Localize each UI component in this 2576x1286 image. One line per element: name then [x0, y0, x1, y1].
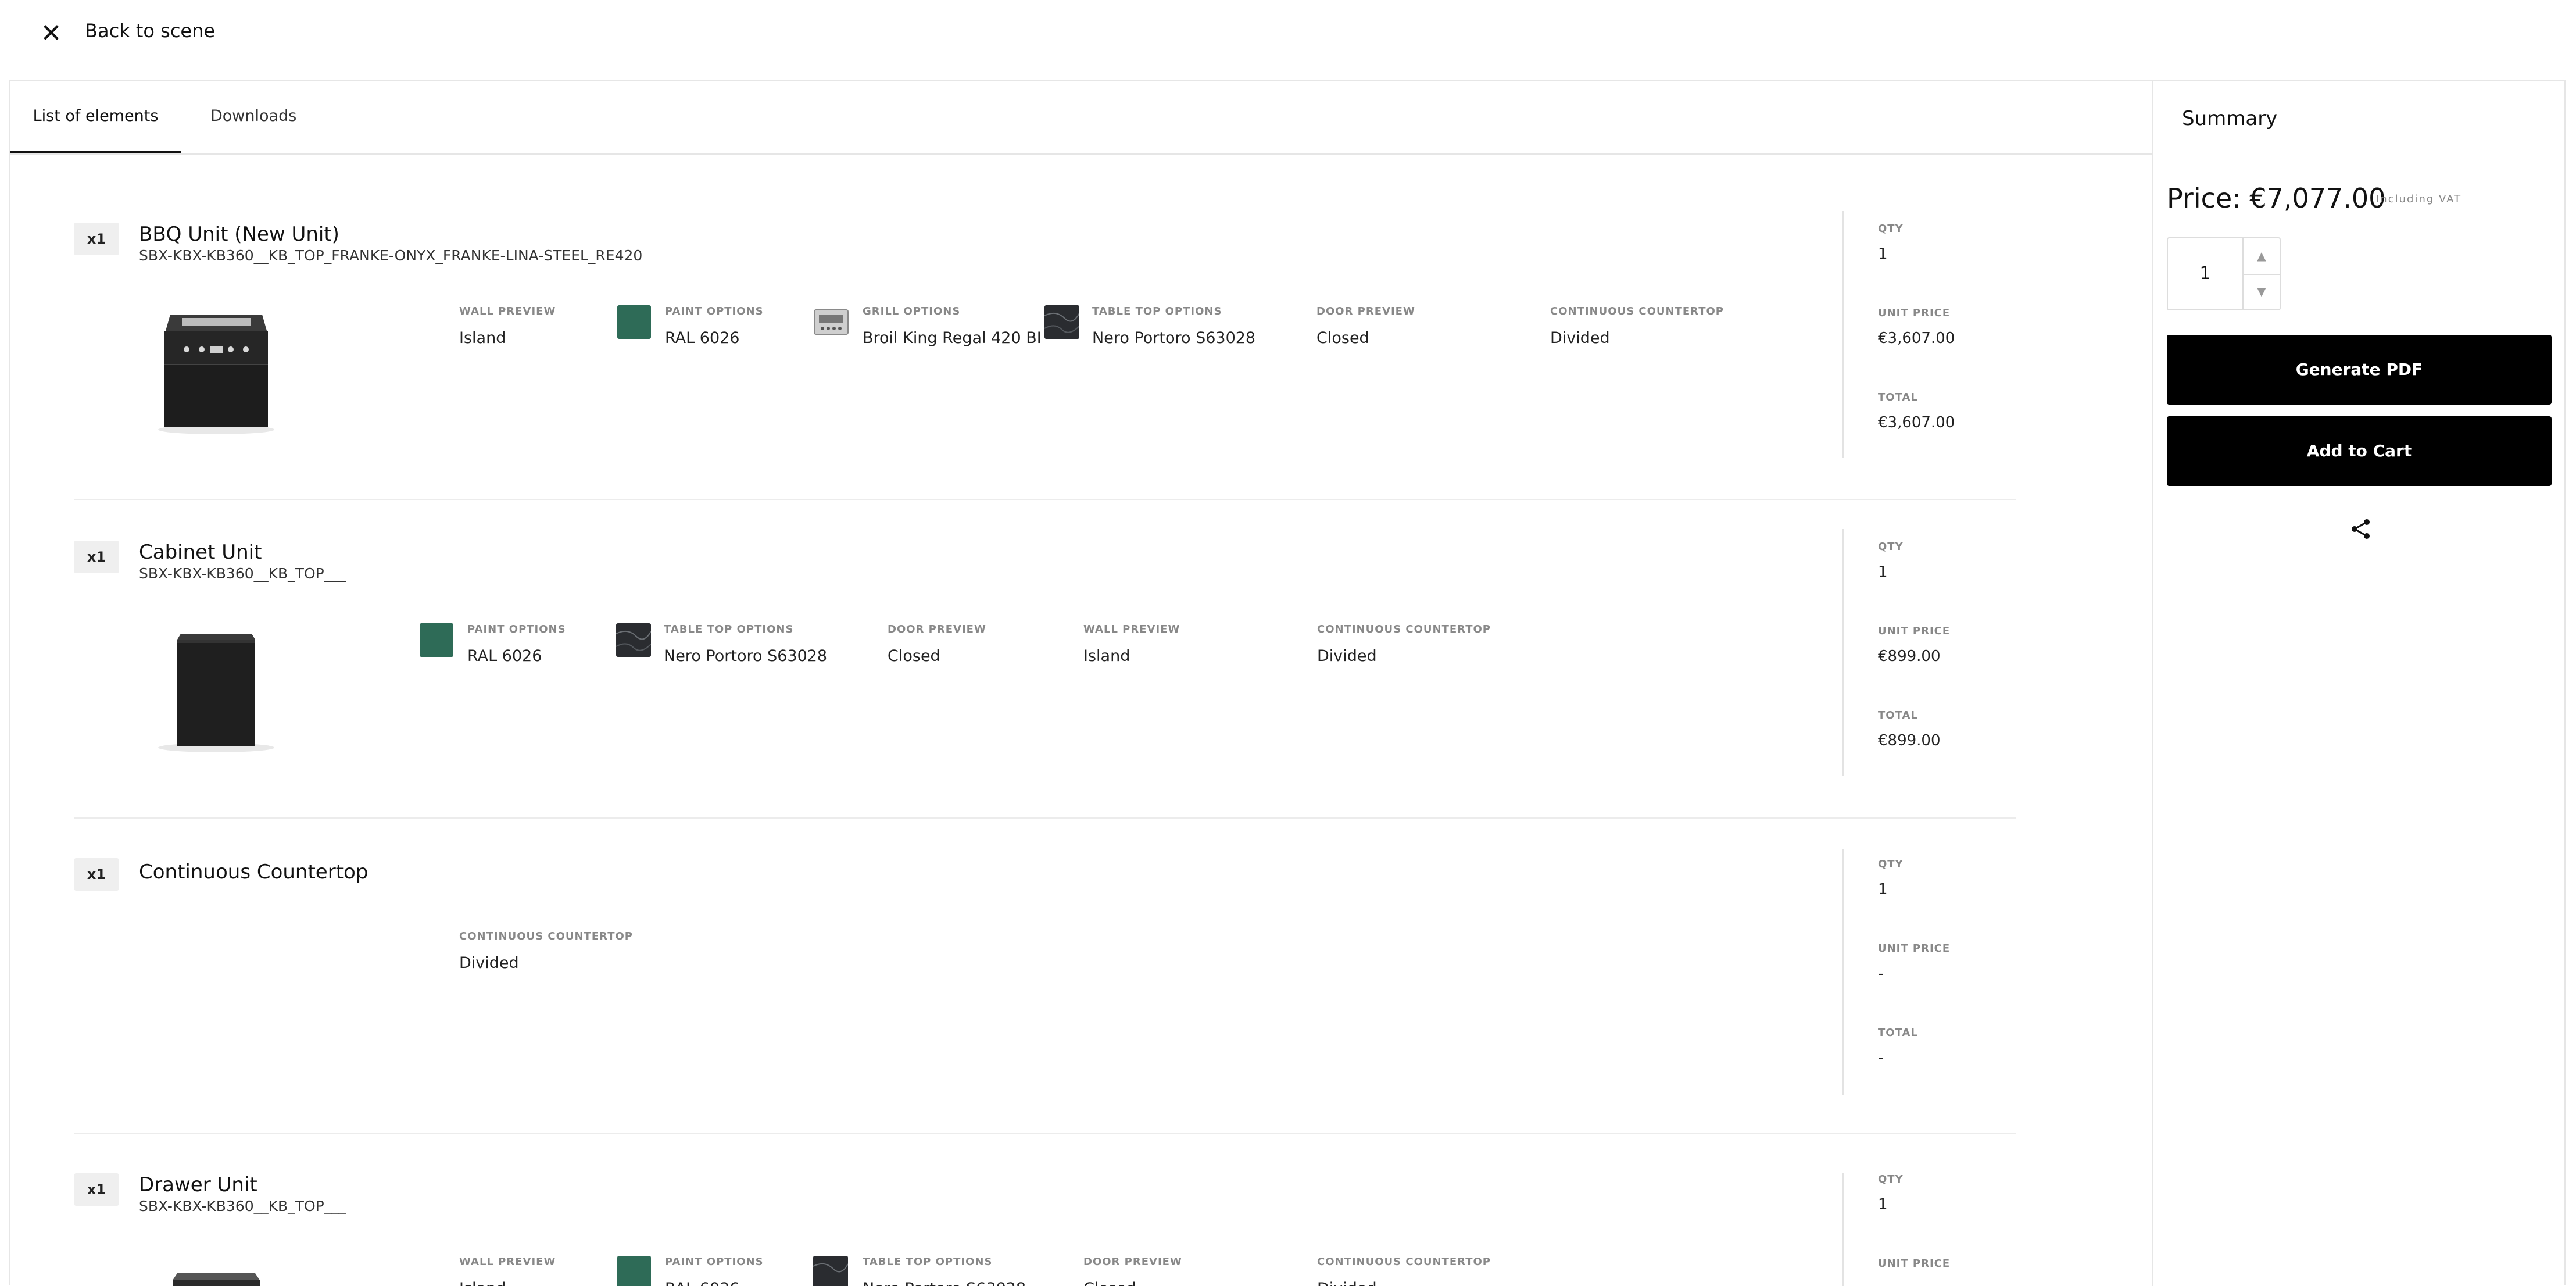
option-continuous-countertop: CONTINUOUS COUNTERTOP Divided — [459, 930, 633, 972]
marble-swatch-icon — [813, 1256, 848, 1286]
tab-list-of-elements[interactable]: List of elements — [10, 81, 181, 153]
share-icon[interactable] — [2350, 519, 2371, 540]
total-price: Price: €7,077.00 — [2167, 183, 2386, 214]
option-paint: PAINT OPTIONS RAL 6026 — [665, 1256, 764, 1286]
divider — [74, 817, 2016, 819]
paint-swatch-icon — [617, 1256, 651, 1286]
option-wall-preview: WALL PREVIEW Island — [459, 1256, 556, 1286]
price-column: QTY 1 UNIT PRICE €899.00 TOTAL €899.00 — [1878, 541, 1951, 749]
price-column: QTY 1 UNIT PRICE — [1878, 1173, 1951, 1270]
option-door-preview: DOOR PREVIEW Closed — [1083, 1256, 1182, 1286]
paint-swatch-icon — [420, 623, 453, 657]
item-title: BBQ Unit (New Unit) — [139, 223, 339, 246]
option-table-top: TABLE TOP OPTIONS Nero Portoro S63028 — [863, 1256, 1026, 1286]
marble-swatch-icon — [1044, 305, 1079, 339]
quantity-badge: x1 — [74, 858, 119, 891]
option-wall-preview: WALL PREVIEW Island — [459, 305, 556, 347]
option-continuous-countertop: CONTINUOUS COUNTERTOP Divided — [1317, 1256, 1491, 1286]
quantity-badge: x1 — [74, 223, 119, 255]
tab-downloads[interactable]: Downloads — [210, 81, 296, 153]
close-icon[interactable]: ✕ — [40, 16, 63, 51]
summary-title: Summary — [2182, 107, 2278, 130]
option-grill: GRILL OPTIONS Broil King Regal 420 BI — [863, 305, 1042, 347]
chevron-down-icon[interactable]: ▼ — [2244, 274, 2280, 309]
cabinet-unit-image — [158, 634, 274, 752]
generate-pdf-button[interactable]: Generate PDF — [2167, 335, 2552, 405]
list-item-bbq-unit: x1 BBQ Unit (New Unit) SBX-KBX-KB360__KB… — [74, 211, 2016, 467]
quantity-input[interactable]: 1 — [2168, 238, 2244, 309]
item-sku: SBX-KBX-KB360__KB_TOP___ — [139, 565, 346, 582]
quantity-stepper[interactable]: 1 ▲ ▼ — [2167, 237, 2281, 310]
quantity-badge: x1 — [74, 1173, 119, 1206]
list-item-continuous-countertop: x1 Continuous Countertop CONTINUOUS COUN… — [74, 849, 2016, 1102]
divider — [74, 499, 2016, 500]
add-to-cart-button[interactable]: Add to Cart — [2167, 416, 2552, 486]
tab-bar: List of elements Downloads — [10, 81, 2152, 155]
item-title: Drawer Unit — [139, 1173, 257, 1196]
option-continuous-countertop: CONTINUOUS COUNTERTOP Divided — [1317, 623, 1491, 665]
price-divider — [1842, 1173, 1844, 1286]
drawer-unit-image — [173, 1273, 260, 1286]
item-sku: SBX-KBX-KB360__KB_TOP_FRANKE-ONYX_FRANKE… — [139, 247, 643, 264]
list-item-cabinet-unit: x1 Cabinet Unit SBX-KBX-KB360__KB_TOP___… — [74, 529, 2016, 785]
summary-panel: Summary Price: €7,077.00 Including VAT 1… — [2152, 81, 2566, 1286]
bbq-unit-image — [158, 315, 274, 434]
option-paint: PAINT OPTIONS RAL 6026 — [467, 623, 566, 665]
price-divider — [1842, 211, 1844, 458]
marble-swatch-icon — [616, 623, 651, 657]
grill-thumbnail-icon — [814, 309, 849, 335]
option-table-top: TABLE TOP OPTIONS Nero Portoro S63028 — [664, 623, 828, 665]
price-column: QTY 1 UNIT PRICE €3,607.00 TOTAL €3,607.… — [1878, 223, 1955, 431]
top-bar: ✕ Back to scene — [0, 0, 2576, 80]
divider — [74, 1133, 2016, 1134]
option-table-top: TABLE TOP OPTIONS Nero Portoro S63028 — [1092, 305, 1256, 347]
option-door-preview: DOOR PREVIEW Closed — [1316, 305, 1415, 347]
price-divider — [1842, 529, 1844, 776]
vat-note: Including VAT — [2376, 193, 2462, 205]
option-paint: PAINT OPTIONS RAL 6026 — [665, 305, 764, 347]
item-title: Continuous Countertop — [139, 860, 368, 884]
price-divider — [1842, 849, 1844, 1095]
quantity-badge: x1 — [74, 541, 119, 573]
back-to-scene-link[interactable]: Back to scene — [85, 20, 215, 42]
list-item-drawer-unit: x1 Drawer Unit SBX-KBX-KB360__KB_TOP___ … — [74, 1173, 2016, 1286]
option-door-preview: DOOR PREVIEW Closed — [888, 623, 986, 665]
item-sku: SBX-KBX-KB360__KB_TOP___ — [139, 1198, 346, 1214]
paint-swatch-icon — [617, 305, 651, 339]
option-continuous-countertop: CONTINUOUS COUNTERTOP Divided — [1550, 305, 1724, 347]
option-wall-preview: WALL PREVIEW Island — [1083, 623, 1180, 665]
main-frame: List of elements Downloads x1 BBQ Unit (… — [9, 80, 2566, 1286]
item-title: Cabinet Unit — [139, 541, 262, 564]
chevron-up-icon[interactable]: ▲ — [2244, 238, 2280, 275]
price-column: QTY 1 UNIT PRICE - TOTAL - — [1878, 858, 1951, 1067]
